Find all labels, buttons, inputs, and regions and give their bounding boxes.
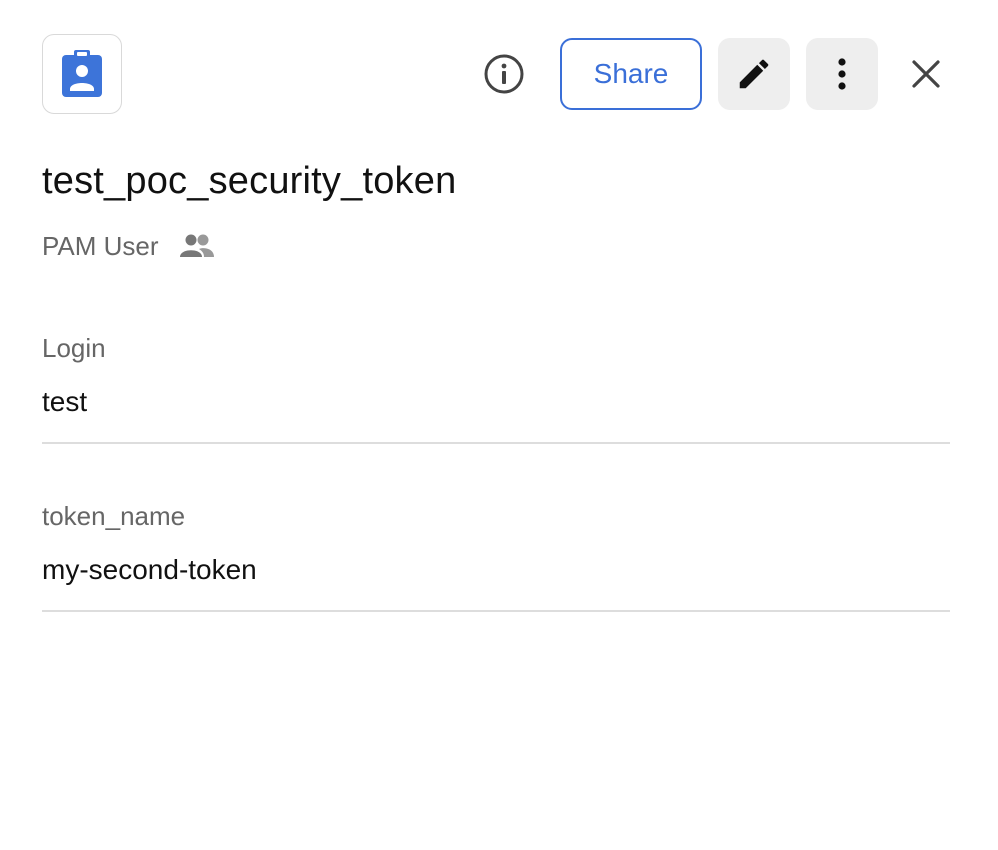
share-button[interactable]: Share	[560, 38, 702, 110]
close-button[interactable]	[900, 48, 952, 100]
close-icon	[912, 60, 940, 88]
divider	[42, 442, 950, 444]
info-circle-icon	[484, 54, 524, 94]
more-vertical-icon	[838, 58, 846, 90]
info-button[interactable]	[480, 50, 528, 98]
id-badge-icon	[62, 50, 102, 97]
edit-button[interactable]	[718, 38, 790, 110]
record-detail-panel: Share test_poc_security_token PAM User L…	[0, 0, 998, 850]
share-button-label: Share	[593, 58, 669, 89]
pencil-icon	[739, 59, 769, 89]
record-subtitle: PAM User	[42, 228, 215, 264]
field-value[interactable]: my-second-token	[42, 548, 950, 592]
login-field: Login test	[42, 328, 950, 444]
people-icon	[179, 234, 214, 257]
field-label: Login	[42, 333, 106, 363]
field-label: token_name	[42, 501, 186, 531]
record-title: test_poc_security_token	[42, 160, 457, 202]
record-type-label: PAM User	[42, 230, 159, 261]
record-type-icon-box	[42, 34, 122, 114]
more-options-button[interactable]	[806, 38, 878, 110]
token-name-field: token_name my-second-token	[42, 496, 950, 612]
divider	[42, 610, 950, 612]
field-value[interactable]: test	[42, 380, 950, 424]
